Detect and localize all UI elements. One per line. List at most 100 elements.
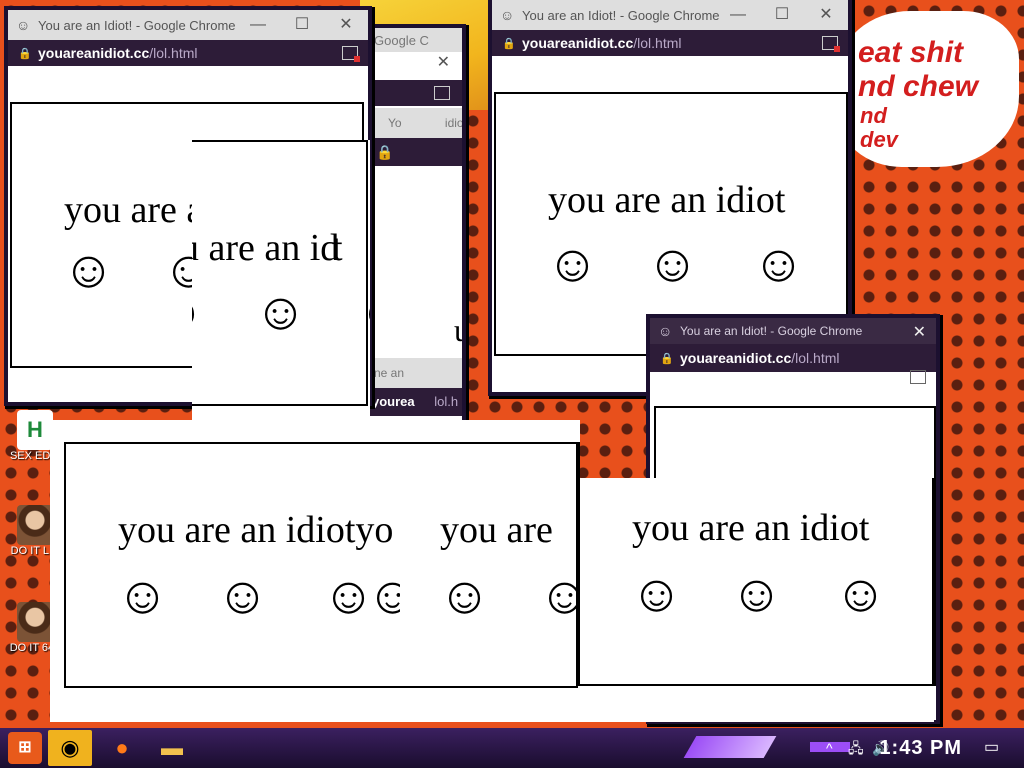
notification-icon[interactable]: ▭ <box>984 728 999 768</box>
decorative-bar <box>683 736 777 758</box>
popup-window-b-fragment[interactable]: u are an id t ☺ ☺ ☺ <box>192 140 370 440</box>
lock-icon: 🔒 <box>660 352 674 365</box>
smiley-face-icon: ☺ <box>752 235 806 293</box>
url-host: youareanidiot.cc <box>680 350 792 366</box>
smiley-face-icon: ☺ <box>834 565 888 623</box>
title-bar[interactable]: ☺ You are an Idiot! - Google Chrome — ☐ … <box>492 0 848 30</box>
minimize-icon[interactable]: — <box>236 10 280 40</box>
title-bar[interactable]: ☺ You are an Idiot! - Google Chrome — ☐ … <box>8 10 368 40</box>
smiley-face-icon: ☺ <box>646 235 700 293</box>
smiley-face-icon: ☺ <box>538 567 578 625</box>
window-title-fragment: ne an <box>374 366 405 380</box>
title-bar[interactable]: ☺ You are an Idiot! - Google Chrome <box>650 318 936 344</box>
page-content: you are ☺ ☺ <box>400 442 578 688</box>
url-host: youareanidiot.cc <box>38 45 150 61</box>
file-explorer-taskbar-button[interactable]: ▬ <box>150 730 194 766</box>
popup-window-fragment[interactable]: Google C ✕ Yo idiot! 🔒 lol.h u ne an ogl… <box>370 28 462 438</box>
smiley-favicon-icon: ☺ <box>500 7 515 23</box>
idiot-text-fragment: u <box>454 312 462 348</box>
tab-icon <box>434 86 450 100</box>
window-title-fragment: idiot! <box>444 116 462 130</box>
speech-bubble-text-small: nd dev <box>860 104 940 152</box>
start-button[interactable]: ⊞ <box>8 732 42 764</box>
tab-search-icon[interactable] <box>822 36 840 52</box>
url-fragment: lol.h <box>434 394 459 409</box>
network-icon[interactable]: 🖧 <box>848 728 864 768</box>
tab-search-icon[interactable] <box>342 46 360 62</box>
popup-window-g[interactable]: you are an idiot ☺ ☺ ☺ <box>578 478 934 722</box>
idiot-message-fragment: u are an id <box>192 227 340 269</box>
speech-line-4: dev <box>860 127 898 152</box>
smiley-face-icon: ☺ <box>192 286 205 338</box>
lock-icon: 🔒 <box>376 144 394 160</box>
toolbar-fragment: ✕ <box>370 52 462 80</box>
smiley-face-icon: ☺ <box>438 567 492 625</box>
idiot-message-fragment: you are <box>440 509 553 551</box>
page-content: u are an id t ☺ ☺ ☺ <box>192 140 370 406</box>
url-path: /lol.html <box>791 350 840 366</box>
address-bar[interactable]: 🔒 youareanidiot.cc/lol.html <box>492 30 848 56</box>
smiley-face-icon: ☺ <box>546 235 600 293</box>
show-hidden-icons-button[interactable]: ^ <box>826 728 833 768</box>
window-title-fragment: Yo <box>388 116 402 130</box>
title-bar: ne an ogle <box>370 358 462 410</box>
close-icon[interactable]: ✕ <box>804 0 848 30</box>
lock-icon: 🔒 <box>18 47 32 60</box>
h-letter-icon: H <box>17 410 53 450</box>
idiot-message: you are an idiotyo <box>118 509 394 551</box>
maximize-icon[interactable]: ☐ <box>280 10 324 40</box>
url-path: /lol.html <box>633 35 682 51</box>
close-icon[interactable]: ✕ <box>324 10 368 40</box>
close-icon[interactable]: ✕ <box>437 52 450 72</box>
window-title: You are an Idiot! - Google Chrome <box>522 7 720 23</box>
address-bar[interactable]: 🔒 youareanidiot.cc/lol.html <box>650 344 936 372</box>
chrome-icon: ◉ <box>60 735 80 760</box>
url-host: youareanidiot.cc <box>522 35 634 51</box>
url-path: /lol.html <box>149 45 198 61</box>
chrome-taskbar-button[interactable]: ◉ <box>48 730 92 766</box>
window-title: You are an Idiot! - Google Chrome <box>680 324 863 338</box>
firefox-icon: ● <box>115 735 129 760</box>
speech-line-3: nd <box>860 103 887 128</box>
page-content: you are an idiot ☺ ☺ ☺ <box>494 92 848 356</box>
idiot-message: you are an idiot <box>632 507 870 549</box>
popup-window-e-fragment[interactable]: you are ☺ ☺ <box>400 420 578 720</box>
lock-icon: 🔒 <box>502 37 516 50</box>
folder-icon: ▬ <box>161 735 183 760</box>
smiley-face-icon: ☺ <box>254 283 308 341</box>
smiley-favicon-icon: ☺ <box>658 323 673 339</box>
address-bar: yourea lol.h <box>370 388 462 416</box>
smiley-face-icon: ☺ <box>116 567 170 625</box>
close-icon[interactable]: ✕ <box>913 322 926 342</box>
page-content: you are an idiot ☺ ☺ ☺ <box>578 478 934 686</box>
window-title-fragment: Google C <box>374 32 429 48</box>
maximize-icon[interactable]: ☐ <box>760 0 804 30</box>
portrait-icon <box>17 505 53 545</box>
title-bar: Yo idiot! <box>370 108 462 138</box>
smiley-face-icon: ☺ <box>630 565 684 623</box>
smiley-face-icon: ☺ <box>358 286 370 338</box>
portrait-icon <box>17 602 53 642</box>
address-bar <box>370 80 462 106</box>
address-bar[interactable]: 🔒 youareanidiot.cc/lol.html <box>8 40 368 66</box>
toolbar: ✕ <box>650 324 936 404</box>
smiley-face-icon: ☺ <box>62 241 116 299</box>
taskbar: ⊞ ◉ ● ▬ ^ 🖧 🔊 1:43 PM ▭ <box>0 728 1024 768</box>
speech-bubble-text: eat shit nd chew <box>858 36 1018 104</box>
smiley-face-icon: ☺ <box>216 567 270 625</box>
minimize-icon[interactable]: — <box>716 0 760 30</box>
smiley-favicon-icon: ☺ <box>16 17 31 33</box>
address-bar: 🔒 lol.h <box>370 138 462 188</box>
firefox-taskbar-button[interactable]: ● <box>100 730 144 766</box>
smiley-face-icon: ☺ <box>730 565 784 623</box>
url-fragment: yourea <box>372 394 415 409</box>
taskbar-clock[interactable]: 1:43 PM <box>879 728 962 768</box>
url-fragment: lol.h <box>432 172 458 188</box>
idiot-message: you are an idiot <box>548 179 786 221</box>
speech-line-2: nd chew <box>858 70 979 103</box>
tab-search-icon[interactable] <box>910 370 926 384</box>
speech-line-1: eat shit <box>858 36 964 69</box>
idiot-message-fragment: t <box>332 227 343 269</box>
title-bar[interactable]: Google C <box>370 28 462 52</box>
window-title: You are an Idiot! - Google Chrome <box>38 17 236 33</box>
